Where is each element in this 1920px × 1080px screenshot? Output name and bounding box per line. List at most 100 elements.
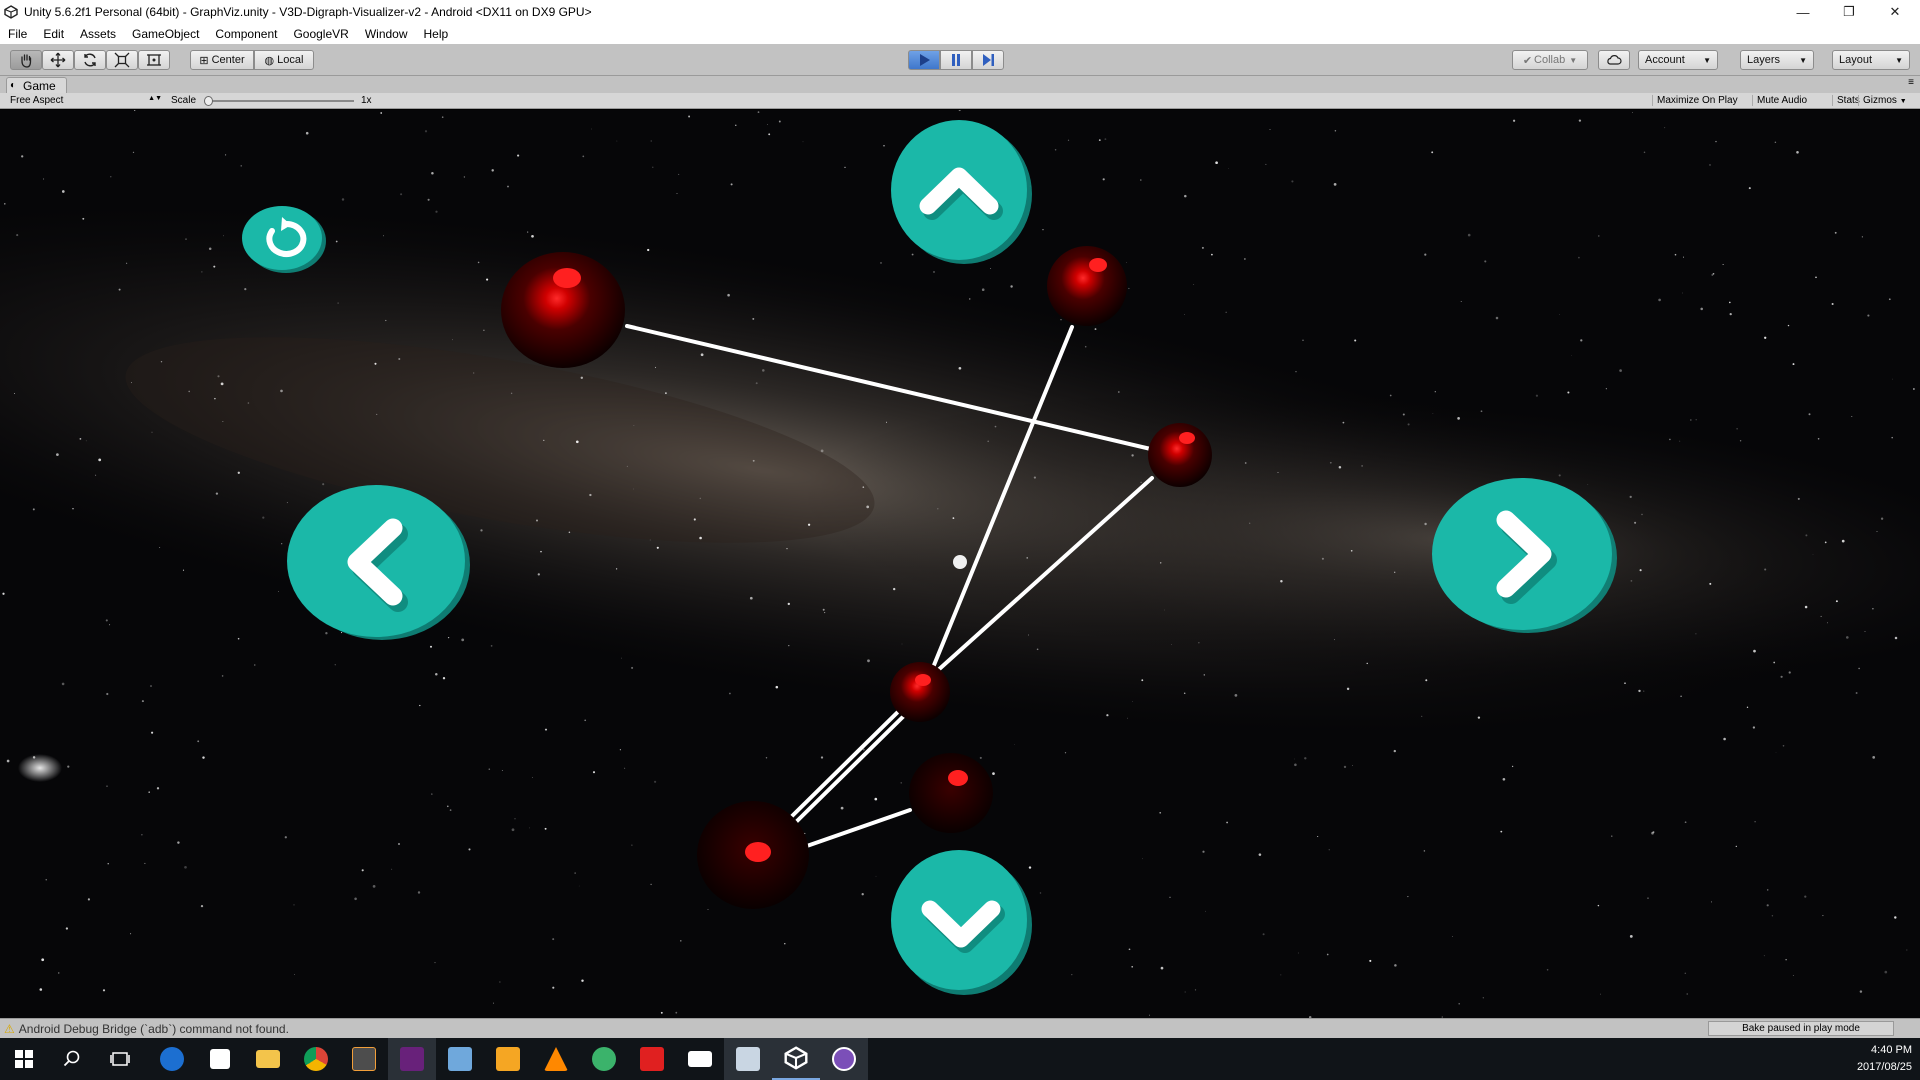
taskbar-app-purple[interactable] xyxy=(820,1038,868,1080)
account-dropdown[interactable]: Account ▼ xyxy=(1638,50,1718,70)
star xyxy=(1402,413,1405,416)
collab-button[interactable]: ✔ Collab ▼ xyxy=(1512,50,1588,70)
menu-assets[interactable]: Assets xyxy=(72,27,124,41)
star xyxy=(32,756,36,759)
mute-audio-toggle[interactable]: Mute Audio xyxy=(1752,95,1811,106)
close-button[interactable]: ✕ xyxy=(1872,0,1918,24)
scale-tool-button[interactable] xyxy=(106,50,138,70)
star xyxy=(1338,465,1342,469)
star xyxy=(1605,388,1607,390)
pause-button[interactable] xyxy=(940,50,972,70)
star xyxy=(654,780,657,783)
maximize-on-play-toggle[interactable]: Maximize On Play xyxy=(1652,95,1742,106)
space-local-button[interactable]: ◍ Local xyxy=(254,50,314,70)
star xyxy=(767,124,768,125)
start-button[interactable] xyxy=(0,1038,48,1080)
tab-menu-icon[interactable]: ≡ xyxy=(1908,77,1914,88)
scale-slider-thumb[interactable] xyxy=(204,96,213,106)
game-icon: ◐ xyxy=(10,80,17,91)
rect-tool-button[interactable] xyxy=(138,50,170,70)
star xyxy=(184,865,187,869)
taskbar-edge[interactable] xyxy=(148,1038,196,1080)
graph-node[interactable] xyxy=(890,662,950,722)
layout-dropdown[interactable]: Layout ▼ xyxy=(1832,50,1910,70)
menu-file[interactable]: File xyxy=(0,27,35,41)
star xyxy=(621,657,622,659)
move-tool-button[interactable] xyxy=(42,50,74,70)
star xyxy=(987,440,990,443)
rotate-tool-button[interactable] xyxy=(74,50,106,70)
star xyxy=(441,116,444,118)
scale-slider[interactable] xyxy=(204,96,354,106)
star xyxy=(1432,413,1434,414)
record-icon xyxy=(640,1047,664,1071)
menu-component[interactable]: Component xyxy=(207,27,285,41)
star xyxy=(700,353,704,357)
taskbar-network[interactable] xyxy=(724,1038,772,1080)
system-clock[interactable]: 4:40 PM 2017/08/25 xyxy=(1857,1042,1912,1076)
star xyxy=(1787,324,1790,327)
minimize-button[interactable]: — xyxy=(1780,0,1826,24)
tab-game[interactable]: ◐ Game xyxy=(6,77,67,93)
star xyxy=(1736,428,1738,430)
taskbar-explorer[interactable] xyxy=(244,1038,292,1080)
game-viewport[interactable] xyxy=(0,110,1920,1018)
menu-window[interactable]: Window xyxy=(357,27,416,41)
star xyxy=(237,637,240,640)
taskbar-media-player[interactable] xyxy=(484,1038,532,1080)
hand-tool-button[interactable] xyxy=(10,50,42,70)
graph-node[interactable] xyxy=(909,753,993,833)
taskbar-chrome[interactable] xyxy=(292,1038,340,1080)
taskbar-app-red[interactable] xyxy=(628,1038,676,1080)
star xyxy=(1571,354,1573,356)
taskbar-mail[interactable] xyxy=(676,1038,724,1080)
star xyxy=(1117,391,1120,393)
taskbar-vlc[interactable] xyxy=(532,1038,580,1080)
star xyxy=(1792,975,1794,976)
gizmos-dropdown[interactable]: Gizmos ▼ xyxy=(1858,95,1911,106)
taskbar-store[interactable] xyxy=(196,1038,244,1080)
star xyxy=(160,361,163,363)
taskbar-cube-app[interactable] xyxy=(436,1038,484,1080)
menu-help[interactable]: Help xyxy=(416,27,457,41)
menu-bar: File Edit Assets GameObject Component Go… xyxy=(0,24,1920,44)
star xyxy=(468,848,471,851)
menu-edit[interactable]: Edit xyxy=(35,27,72,41)
star xyxy=(1597,904,1600,907)
status-message[interactable]: Android Debug Bridge (`adb`) command not… xyxy=(19,1022,289,1036)
star xyxy=(244,288,247,291)
aspect-dropdown[interactable]: Free Aspect ▲▼ xyxy=(10,95,162,106)
star xyxy=(126,262,128,264)
star xyxy=(200,904,204,908)
star xyxy=(1361,465,1363,467)
pivot-center-button[interactable]: ⊞ Center xyxy=(190,50,254,70)
star xyxy=(1460,300,1462,302)
graph-node[interactable] xyxy=(1047,246,1127,326)
star xyxy=(1226,821,1228,824)
restore-button[interactable]: ❐ xyxy=(1826,0,1872,24)
step-button[interactable] xyxy=(972,50,1004,70)
task-view-button[interactable] xyxy=(96,1038,144,1080)
star xyxy=(633,488,635,490)
menu-googlevr[interactable]: GoogleVR xyxy=(285,27,356,41)
star xyxy=(431,793,433,795)
graph-node[interactable] xyxy=(1148,423,1212,487)
taskbar-sublime[interactable] xyxy=(340,1038,388,1080)
play-button[interactable] xyxy=(908,50,940,70)
star xyxy=(280,389,283,393)
star xyxy=(82,217,85,220)
taskbar-visual-studio[interactable] xyxy=(388,1038,436,1080)
layers-dropdown[interactable]: Layers ▼ xyxy=(1740,50,1814,70)
star xyxy=(582,155,585,158)
cloud-button[interactable] xyxy=(1598,50,1630,70)
taskbar-unity[interactable] xyxy=(772,1038,820,1080)
star xyxy=(1225,311,1227,313)
star xyxy=(1184,991,1186,993)
star xyxy=(491,169,494,172)
menu-gameobject[interactable]: GameObject xyxy=(124,27,207,41)
search-button[interactable] xyxy=(48,1038,96,1080)
taskbar-sourcetree[interactable] xyxy=(580,1038,628,1080)
star xyxy=(693,518,696,521)
star xyxy=(1647,897,1649,899)
star xyxy=(1354,339,1357,342)
